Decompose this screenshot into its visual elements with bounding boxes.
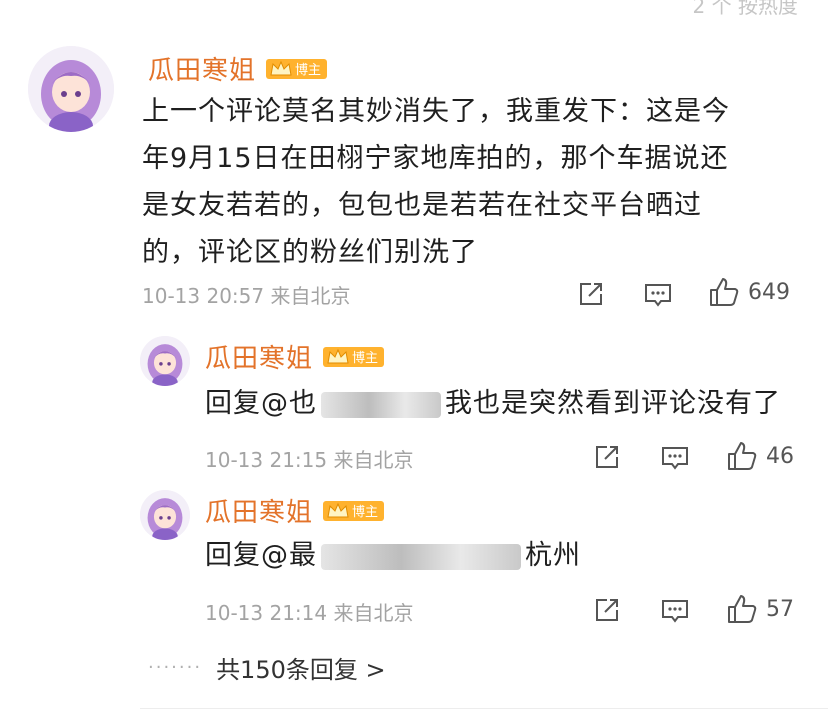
username[interactable]: 瓜田寒姐	[148, 50, 256, 87]
avatar-illustration	[140, 336, 190, 386]
share-icon	[596, 446, 618, 468]
reply-prefix: 回复@最	[205, 540, 317, 571]
location: 来自北京	[333, 448, 414, 472]
like-count: 46	[766, 443, 794, 469]
avatar[interactable]	[140, 336, 190, 386]
comment-meta: 10-13 20:57 来自北京	[142, 280, 350, 309]
share-icon	[596, 599, 618, 621]
blogger-badge: 博主	[266, 58, 328, 79]
reply-body: 回复@最 杭州	[205, 532, 581, 579]
comment-icon	[662, 600, 688, 623]
avatar-illustration	[28, 46, 114, 132]
reply-header: 瓜田寒姐 博主	[205, 492, 385, 529]
share-icon	[580, 283, 602, 305]
like-button[interactable]: 46	[726, 440, 794, 472]
like-icon	[728, 442, 757, 470]
dots-divider: ·······	[148, 657, 203, 678]
share-button[interactable]	[577, 280, 605, 308]
comment-icon	[662, 447, 688, 470]
reply-text: 杭州	[525, 540, 581, 571]
comment-button[interactable]	[660, 598, 690, 624]
like-count: 649	[748, 279, 790, 305]
badge-label: 博主	[352, 351, 379, 366]
comment-line: 的，评论区的粉丝们别洗了	[142, 237, 478, 268]
like-count: 57	[766, 596, 794, 622]
timestamp: 10-13 21:15	[205, 448, 328, 472]
like-icon	[728, 595, 757, 623]
comment-button[interactable]	[643, 282, 673, 308]
comment-button[interactable]	[660, 445, 690, 471]
share-button[interactable]	[593, 596, 621, 624]
crown-icon	[327, 502, 349, 517]
more-replies-link[interactable]: 共150条回复 >	[216, 650, 386, 685]
username[interactable]: 瓜田寒姐	[205, 492, 313, 529]
reply-meta: 10-13 21:15 来自北京	[205, 444, 413, 473]
avatar-illustration	[140, 490, 190, 540]
blurred-text	[321, 391, 441, 418]
like-button[interactable]: 649	[708, 276, 790, 308]
reply-body: 回复@也 我也是突然看到评论没有了	[205, 380, 781, 427]
comment-line: 年9月15日在田栩宁家地库拍的，那个车据说还	[142, 143, 729, 174]
reply-header: 瓜田寒姐 博主	[205, 338, 385, 375]
comment-body: 上一个评论莫名其妙消失了，我重发下：这是今 年9月15日在田栩宁家地库拍的，那个…	[142, 88, 730, 276]
top-partial-text: 2 个 按热度	[692, 0, 798, 18]
comment-line: 是女友若若的，包包也是若若在社交平台晒过	[142, 190, 702, 221]
blogger-badge: 博主	[323, 346, 385, 367]
avatar[interactable]	[28, 46, 114, 132]
reply-meta: 10-13 21:14 来自北京	[205, 597, 413, 626]
badge-label: 博主	[295, 63, 322, 78]
location: 来自北京	[333, 601, 414, 625]
location: 来自北京	[270, 284, 351, 308]
timestamp: 10-13 21:14	[205, 601, 328, 625]
reply-prefix: 回复@也	[205, 388, 317, 419]
more-replies-row: ······· 共150条回复 >	[148, 650, 386, 685]
blurred-text	[321, 543, 521, 570]
like-icon	[710, 278, 739, 306]
crown-icon	[327, 348, 349, 363]
divider	[140, 708, 828, 709]
comment-header: 瓜田寒姐 博主	[148, 50, 328, 87]
comment-icon	[645, 284, 671, 307]
blogger-badge: 博主	[323, 500, 385, 521]
reply-text: 我也是突然看到评论没有了	[445, 388, 781, 419]
like-button[interactable]: 57	[726, 593, 794, 625]
timestamp: 10-13 20:57	[142, 284, 265, 308]
badge-label: 博主	[352, 505, 379, 520]
comment-line: 上一个评论莫名其妙消失了，我重发下：这是今	[142, 96, 730, 127]
crown-icon	[270, 60, 292, 75]
username[interactable]: 瓜田寒姐	[205, 338, 313, 375]
share-button[interactable]	[593, 443, 621, 471]
avatar[interactable]	[140, 490, 190, 540]
